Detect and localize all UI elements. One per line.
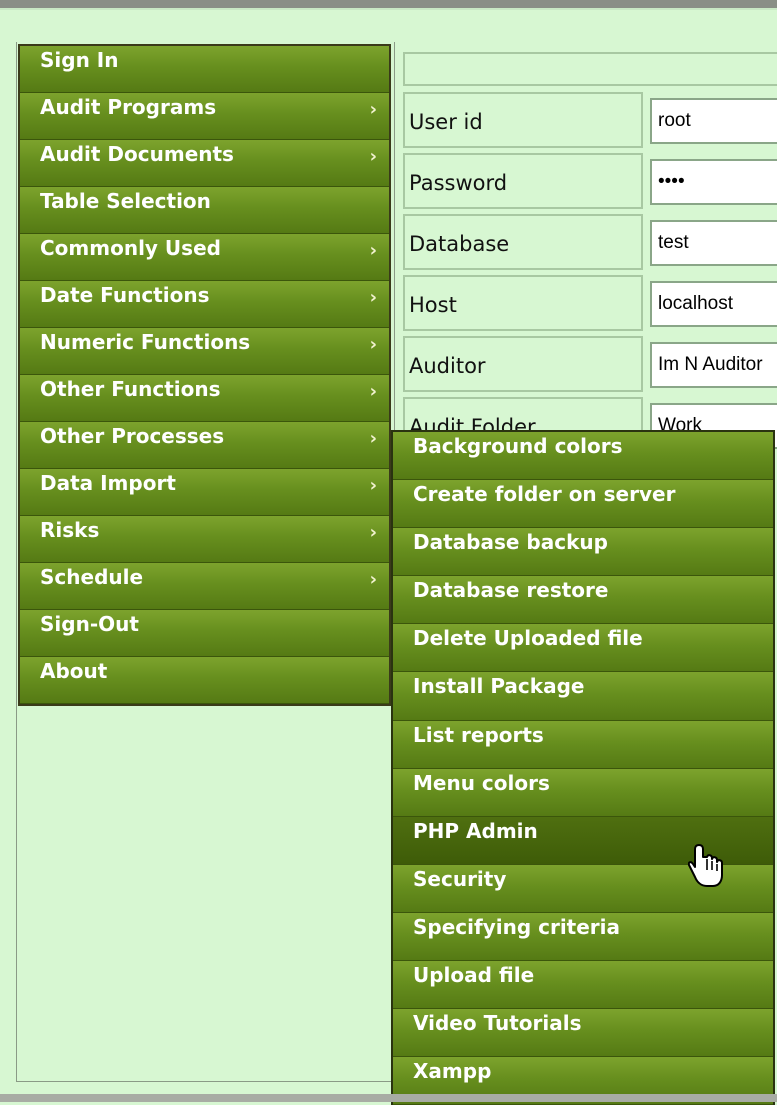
auditor-field[interactable] <box>650 342 777 388</box>
submenu-item-create-folder-on-server[interactable]: Create folder on server <box>393 480 773 529</box>
submenu-item-specifying-criteria[interactable]: Specifying criteria <box>393 912 773 962</box>
submenu-item-security[interactable]: Security <box>393 864 773 913</box>
submenu-item-label: List reports <box>413 722 544 747</box>
menu-item-date-functions[interactable]: Date Functions › <box>20 281 389 328</box>
field-label: User id <box>403 92 643 148</box>
submenu-item-php-admin[interactable]: PHP Admin <box>393 816 773 865</box>
menu-item-label: Date Functions <box>40 283 210 307</box>
submenu-item-menu-colors[interactable]: Menu colors <box>393 768 773 817</box>
other-processes-submenu: Background colors Create folder on server… <box>391 430 775 1105</box>
chevron-right-icon: › <box>369 522 377 543</box>
chevron-right-icon: › <box>369 287 377 308</box>
menu-item-commonly-used[interactable]: Commonly Used › <box>20 234 389 281</box>
chevron-right-icon: › <box>369 240 377 261</box>
submenu-item-delete-uploaded-file[interactable]: Delete Uploaded file <box>393 624 773 673</box>
form-row-password: Password <box>403 153 777 209</box>
submenu-item-database-backup[interactable]: Database backup <box>393 528 773 577</box>
database-field[interactable] <box>650 220 777 266</box>
menu-item-audit-documents[interactable]: Audit Documents › <box>20 140 389 187</box>
menu-item-label: Schedule <box>40 565 144 589</box>
menu-item-numeric-functions[interactable]: Numeric Functions › <box>20 328 389 375</box>
menu-item-label: Commonly Used <box>40 236 221 260</box>
field-label: Auditor <box>403 336 643 392</box>
menu-item-about[interactable]: About <box>20 657 389 704</box>
menu-item-label: Data Import <box>40 471 176 495</box>
submenu-item-label: Install Package <box>413 674 585 699</box>
menu-item-risks[interactable]: Risks › <box>20 516 389 563</box>
submenu-item-label: Security <box>413 866 507 891</box>
menu-item-label: Audit Programs <box>40 95 217 119</box>
menu-item-other-processes[interactable]: Other Processes › <box>20 422 389 469</box>
submenu-item-label: Create folder on server <box>413 482 676 507</box>
submenu-item-label: Background colors <box>413 434 623 458</box>
menu-item-label: Other Functions <box>40 377 221 401</box>
form-row-host: Host <box>403 275 777 331</box>
window-top-border <box>0 0 777 10</box>
menu-item-label: Sign In <box>40 48 119 72</box>
submenu-item-list-reports[interactable]: List reports <box>393 720 773 769</box>
menu-item-label: Sign-Out <box>40 612 139 636</box>
menu-item-other-functions[interactable]: Other Functions › <box>20 375 389 422</box>
menu-item-label: Audit Documents <box>40 142 234 166</box>
form-row-user-id: User id <box>403 92 777 148</box>
submenu-item-install-package[interactable]: Install Package <box>393 672 773 721</box>
submenu-item-label: Menu colors <box>413 770 550 795</box>
submenu-item-label: PHP Admin <box>413 818 538 843</box>
host-field[interactable] <box>650 281 777 327</box>
submenu-item-upload-file[interactable]: Upload file <box>393 961 773 1010</box>
menu-item-audit-programs[interactable]: Audit Programs › <box>20 93 389 140</box>
chevron-right-icon: › <box>369 381 377 402</box>
user-id-field[interactable] <box>650 98 777 144</box>
menu-item-label: Risks <box>40 518 100 542</box>
chevron-right-icon: › <box>369 146 377 167</box>
main-menu: Sign In Audit Programs › Audit Documents › Ta… <box>18 44 391 706</box>
menu-item-label: Numeric Functions <box>40 330 251 354</box>
password-field[interactable] <box>650 159 777 205</box>
submenu-item-label: Delete Uploaded file <box>413 626 643 651</box>
chevron-right-icon: › <box>369 99 377 120</box>
submenu-item-label: Specifying criteria <box>413 914 621 939</box>
field-label: Password <box>403 153 643 209</box>
submenu-item-label: Database backup <box>413 530 608 555</box>
field-label: Host <box>403 275 643 331</box>
field-label: Database <box>403 214 643 270</box>
submenu-item-label: Xampp <box>413 1059 492 1084</box>
menu-item-sign-out[interactable]: Sign-Out <box>20 610 389 657</box>
menu-item-label: Other Processes <box>40 424 225 448</box>
menu-item-table-selection[interactable]: Table Selection <box>20 187 389 234</box>
submenu-item-background-colors[interactable]: Background colors <box>393 432 773 481</box>
chevron-right-icon: › <box>369 569 377 590</box>
submenu-item-database-restore[interactable]: Database restore <box>393 576 773 625</box>
form-row-database: Database <box>403 214 777 270</box>
menu-item-data-import[interactable]: Data Import › <box>20 469 389 516</box>
submenu-item-video-tutorials[interactable]: Video Tutorials <box>393 1009 773 1058</box>
menu-item-label: Table Selection <box>40 189 211 213</box>
submenu-item-label: Video Tutorials <box>413 1011 582 1036</box>
chevron-right-icon: › <box>369 334 377 355</box>
form-header <box>403 52 777 86</box>
submenu-item-label: Upload file <box>413 963 535 988</box>
chevron-right-icon: › <box>369 475 377 496</box>
menu-item-sign-in[interactable]: Sign In <box>20 46 389 93</box>
chevron-right-icon: › <box>369 428 377 449</box>
window-bottom-border <box>0 1094 777 1102</box>
menu-item-schedule[interactable]: Schedule › <box>20 563 389 610</box>
menu-item-label: About <box>40 659 108 683</box>
form-row-auditor: Auditor <box>403 336 777 392</box>
submenu-item-label: Database restore <box>413 578 609 603</box>
